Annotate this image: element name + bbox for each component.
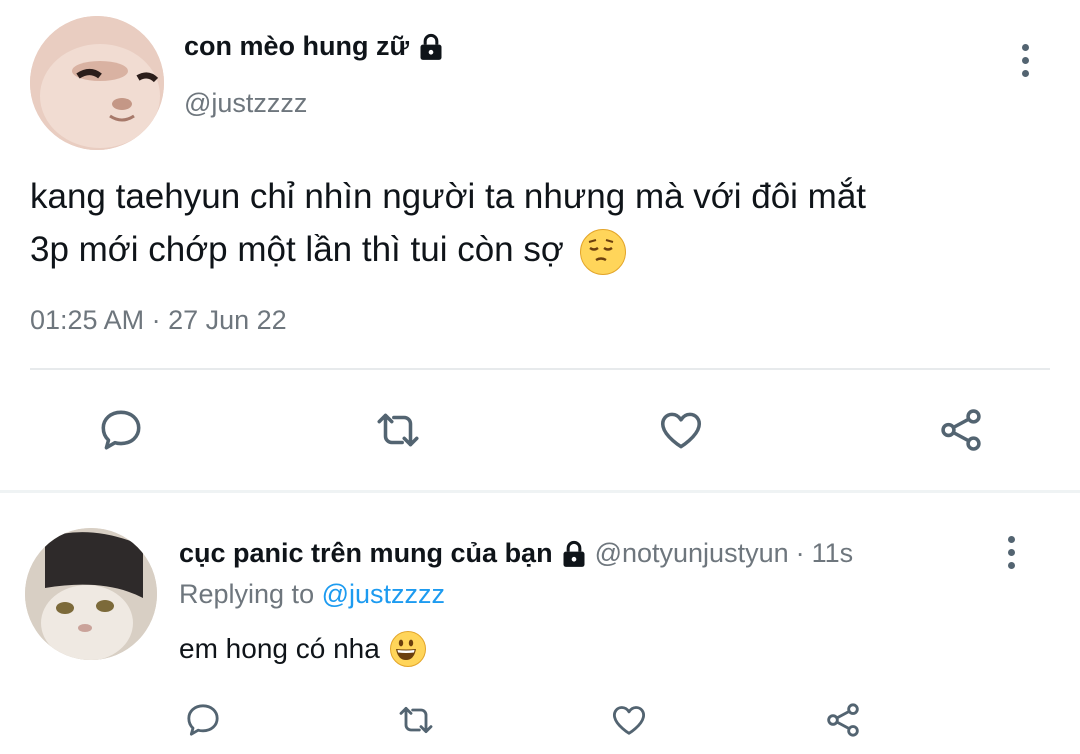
pensive-face-emoji [579,228,626,275]
tweet-text-line: kang taehyun chỉ nhìn người ta nhưng mà … [30,177,867,216]
reply-header: cục panic trên mung của bạn @notyunjusty… [179,538,853,569]
reply-author-handle[interactable]: @notyunjustyun [595,538,789,569]
reply-text: em hong có nha [179,631,426,667]
author-name[interactable]: con mèo hung zữ [184,31,409,62]
tweet-timestamp[interactable]: 01:25 AM · 27 Jun 22 [30,305,287,336]
like-icon[interactable] [656,405,706,455]
lock-icon [563,540,585,567]
author-name-row: con mèo hung zữ [184,31,445,62]
reply-icon[interactable] [183,700,223,740]
retweet-icon[interactable] [373,405,423,455]
more-options-icon[interactable] [1006,536,1016,569]
share-icon[interactable] [823,700,863,740]
like-icon[interactable] [609,700,649,740]
lock-icon [420,33,442,60]
tweet-date: 27 Jun 22 [168,305,287,335]
section-divider [0,490,1080,493]
author-handle[interactable]: @justzzzz [184,88,307,119]
grinning-face-emoji [389,631,426,667]
tweet-text: kang taehyun chỉ nhìn người ta nhưng mà … [30,170,1040,276]
meta-separator: · [144,305,169,335]
tweet-text-line: 3p mới chớp một lần thì tui còn sợ [30,223,1040,276]
author-avatar[interactable] [30,16,164,150]
divider [30,368,1050,370]
replying-to-mention[interactable]: @justzzzz [322,579,445,609]
cat-avatar-image [25,528,157,660]
cat-avatar-image [30,16,164,150]
tweet-time: 01:25 AM [30,305,145,335]
reply-icon[interactable] [96,405,146,455]
reply-author-name[interactable]: cục panic trên mung của bạn [179,538,553,569]
reply-time[interactable]: 11s [812,538,854,569]
replying-prefix: Replying to [179,579,322,609]
reply-author-avatar[interactable] [25,528,157,660]
more-options-icon[interactable] [1020,44,1030,77]
replying-to: Replying to @justzzzz [179,579,445,610]
meta-separator: · [795,538,805,568]
retweet-icon[interactable] [396,700,436,740]
share-icon[interactable] [936,405,986,455]
